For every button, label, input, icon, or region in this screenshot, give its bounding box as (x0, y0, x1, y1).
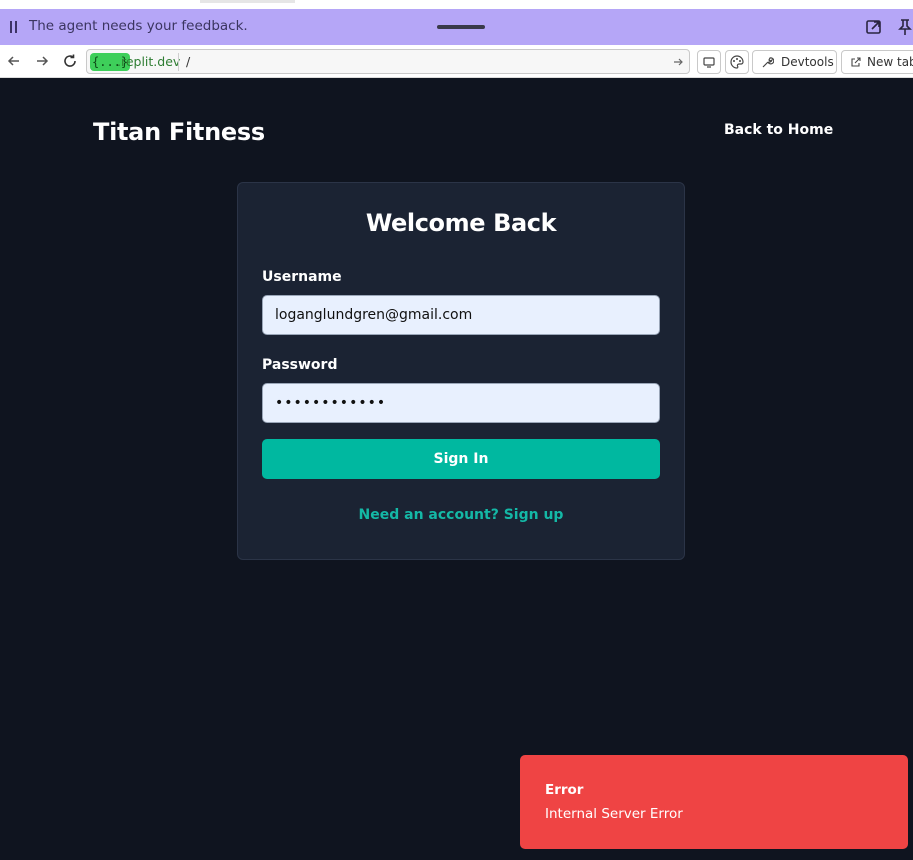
pin-icon[interactable] (897, 17, 913, 37)
sign-in-button[interactable]: Sign In (262, 439, 660, 479)
browser-top-strip (0, 0, 913, 9)
back-to-home-link[interactable]: Back to Home (724, 122, 833, 138)
toast-message: Internal Server Error (545, 806, 683, 822)
login-title: Welcome Back (365, 209, 557, 237)
forward-arrow-icon[interactable] (34, 53, 50, 69)
password-input[interactable] (262, 383, 660, 423)
password-label: Password (262, 357, 338, 373)
error-toast[interactable]: Error Internal Server Error (520, 755, 908, 849)
tab-indicator (200, 0, 295, 3)
browser-url-row: {...} .replit.dev / Devtools New tab (0, 45, 913, 78)
agent-feedback-banner: The agent needs your feedback. (0, 9, 913, 45)
devtools-label: Devtools (781, 55, 834, 69)
wrench-icon (762, 56, 774, 67)
monitor-icon (703, 57, 715, 68)
url-path[interactable]: / (186, 54, 190, 69)
username-label: Username (262, 269, 342, 285)
drag-handle[interactable] (437, 25, 485, 29)
new-tab-button[interactable]: New tab (841, 50, 913, 74)
address-bar[interactable]: {...} .replit.dev / (86, 49, 690, 74)
popout-icon[interactable] (864, 17, 884, 37)
pause-icon[interactable] (9, 21, 19, 33)
host-domain: .replit.dev (117, 54, 181, 69)
toast-title: Error (545, 782, 584, 798)
login-card: Welcome Back Username Password Sign In N… (237, 182, 685, 560)
username-input[interactable] (262, 295, 660, 335)
back-arrow-icon[interactable] (6, 53, 22, 69)
url-divider (178, 53, 179, 71)
palette-icon (730, 55, 744, 69)
reload-icon[interactable] (62, 53, 78, 69)
new-tab-label: New tab (867, 55, 913, 69)
go-arrow-icon[interactable] (672, 56, 684, 68)
theme-button[interactable] (725, 50, 749, 74)
devtools-button[interactable]: Devtools (752, 50, 837, 74)
sign-up-link[interactable]: Need an account? Sign up (238, 507, 684, 523)
brand-logo-text[interactable]: Titan Fitness (93, 118, 265, 146)
external-link-icon (851, 57, 861, 67)
device-preview-button[interactable] (697, 50, 721, 74)
banner-message: The agent needs your feedback. (29, 18, 248, 34)
